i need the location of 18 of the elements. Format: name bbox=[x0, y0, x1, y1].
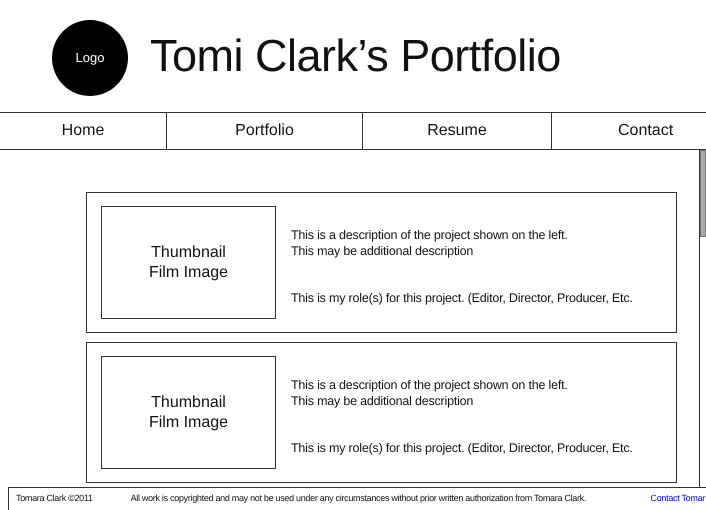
site-title: Tomi Clark’s Portfolio bbox=[150, 29, 561, 83]
copyright-text: Tomara Clark ©2011 bbox=[16, 492, 93, 506]
copyright-notice: All work is copyrighted and may not be used under any circumstances without prior written authorization from Tomara Clark. bbox=[130, 492, 586, 506]
scrollbar-thumb[interactable] bbox=[700, 150, 706, 237]
project-description: This is a description of the project shown on the left. This may be additional description bbox=[291, 228, 569, 260]
thumbnail-label: Thumbnail bbox=[151, 243, 226, 262]
thumbnail-label: Film Image bbox=[148, 262, 228, 282]
nav-tab[interactable]: Portfolio bbox=[167, 113, 363, 149]
thumbnail-label: Film Image bbox=[148, 412, 228, 432]
nav-tab[interactable]: Home bbox=[0, 113, 167, 149]
project-description: This is a description of the project shown on the left. This may be additional description bbox=[291, 378, 569, 410]
nav-tab[interactable]: Resume bbox=[363, 113, 552, 149]
project-role: This is my role(s) for this project. (Editor, Director, Producer, Etc. bbox=[291, 291, 633, 307]
contact-link[interactable]: Contact Tomar bbox=[650, 492, 706, 506]
logo[interactable]: Logo bbox=[52, 20, 128, 96]
project-role: This is my role(s) for this project. (Editor, Director, Producer, Etc. bbox=[291, 441, 633, 457]
nav-tab[interactable]: Contact bbox=[552, 113, 706, 149]
thumbnail-label: Thumbnail bbox=[151, 393, 226, 412]
